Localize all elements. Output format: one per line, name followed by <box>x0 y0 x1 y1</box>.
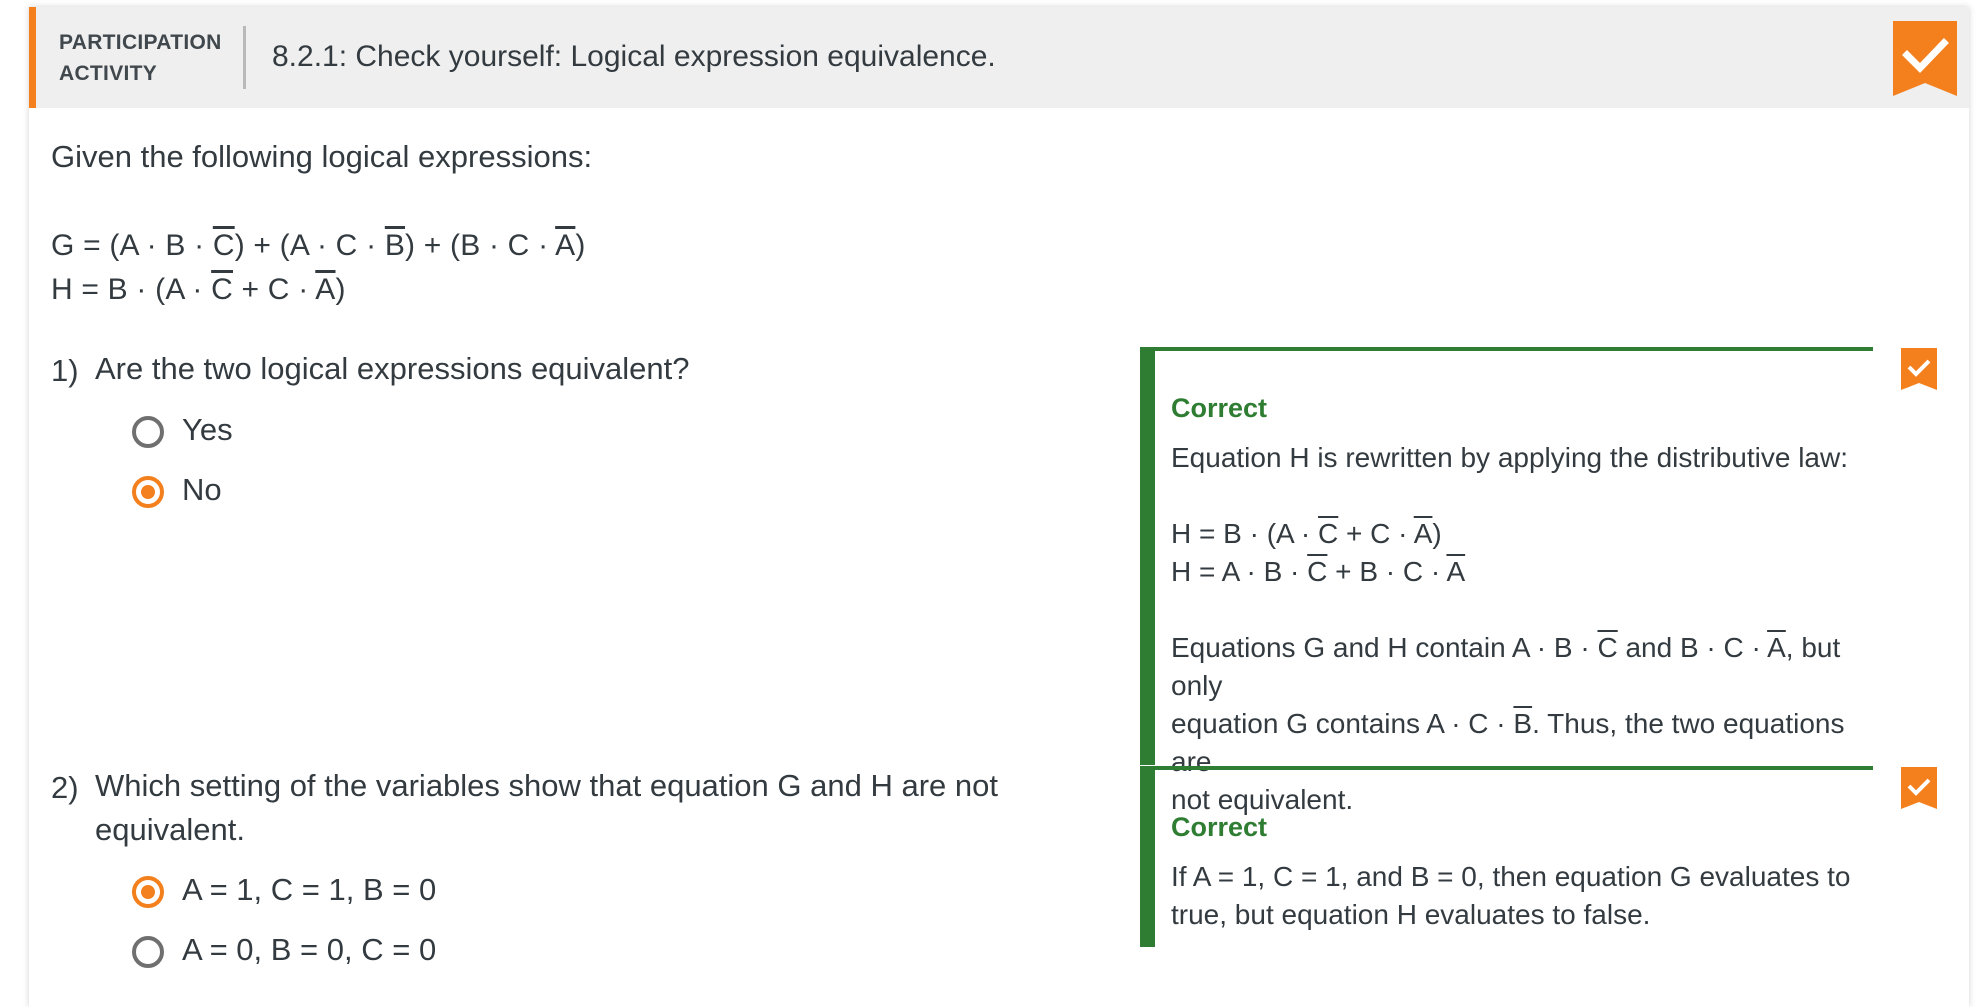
activity-type-label: PARTICIPATION ACTIVITY <box>59 27 229 89</box>
para-part: equation G contains A · C · <box>1171 708 1514 739</box>
activity-type-line2: ACTIVITY <box>59 62 158 85</box>
question-2-text-line: equivalent. <box>95 812 245 847</box>
para-negated: C <box>1597 632 1618 663</box>
activity-title: 8.2.1: Check yourself: Logical expressio… <box>272 40 996 73</box>
header-divider <box>243 26 246 89</box>
question-1-checkmark-icon <box>1901 348 1937 390</box>
formula-h-negated: A <box>315 273 336 306</box>
feedback-line: Equation H is rewritten by applying the … <box>1171 442 1849 473</box>
option-label: Yes <box>182 412 233 447</box>
question-1-text: Are the two logical expressions equivale… <box>95 351 690 386</box>
formula-g-part: ) <box>575 229 586 262</box>
eq-part: + C · <box>1338 518 1414 549</box>
para-part: and B · C · <box>1617 632 1768 663</box>
eq-part: ) <box>1432 518 1442 549</box>
activity-header: PARTICIPATION ACTIVITY 8.2.1: Check your… <box>29 7 1969 108</box>
formula-h: H = B · (A · C + C · A) <box>51 273 346 307</box>
radio-unselected-icon[interactable] <box>132 416 164 448</box>
option-label: A = 1, C = 1, B = 0 <box>182 872 437 907</box>
para-negated: B <box>1513 708 1533 739</box>
eq-negated: C <box>1318 518 1339 549</box>
eq-negated: C <box>1307 556 1328 587</box>
formula-g-negated: B <box>384 229 406 262</box>
eq-part: H = A · B · <box>1171 556 1308 587</box>
formula-h-part: + C · <box>233 273 316 306</box>
completion-check-icon <box>1893 21 1957 96</box>
question-2-checkmark-icon <box>1901 767 1937 809</box>
feedback-title: Correct <box>1171 393 1268 423</box>
radio-unselected-icon[interactable] <box>132 936 164 968</box>
question-2-number: 2) <box>51 770 79 805</box>
question-2-feedback: Correct If A = 1, C = 1, and B = 0, then… <box>1140 766 1873 947</box>
radio-selected-icon[interactable] <box>132 876 164 908</box>
feedback-equation-2: H = A · B · C + B · C · A <box>1171 553 1465 591</box>
feedback-line: If A = 1, C = 1, and B = 0, then equatio… <box>1171 861 1851 892</box>
formula-h-negated: C <box>211 273 234 306</box>
question-2-text: Which setting of the variables show that… <box>95 764 998 852</box>
question-1-feedback: Correct Equation H is rewritten by apply… <box>1140 347 1873 815</box>
participation-activity-card: PARTICIPATION ACTIVITY 8.2.1: Check your… <box>29 7 1969 1007</box>
eq-part: + B · C · <box>1327 556 1447 587</box>
option-label: A = 0, B = 0, C = 0 <box>182 932 437 967</box>
feedback-equation-1: H = B · (A · C + C · A) <box>1171 515 1442 553</box>
eq-negated: A <box>1413 518 1433 549</box>
feedback-line: true, but equation H evaluates to false. <box>1171 899 1651 930</box>
formula-g-negated: C <box>212 229 235 262</box>
formula-g-part: ) + (A · C · <box>234 229 385 262</box>
formula-g-negated: A <box>555 229 576 262</box>
radio-selected-icon[interactable] <box>132 476 164 508</box>
eq-negated: A <box>1446 556 1466 587</box>
feedback-explanation-line: Equations G and H contain A · B · C and … <box>1171 629 1871 705</box>
intro-text: Given the following logical expressions: <box>51 139 593 174</box>
formula-g-part: ) + (B · C · <box>405 229 556 262</box>
option-label: No <box>182 472 222 507</box>
eq-part: H = B · (A · <box>1171 518 1319 549</box>
formula-g: G = (A · B · C) + (A · C · B) + (B · C ·… <box>51 229 586 263</box>
para-negated: A <box>1767 632 1786 663</box>
activity-type-line1: PARTICIPATION <box>59 31 222 54</box>
formula-h-part: H = B · (A · <box>51 273 212 306</box>
para-part: Equations G and H contain A · B · <box>1171 632 1598 663</box>
formula-g-part: G = (A · B · <box>51 229 213 262</box>
question-2-text-line: Which setting of the variables show that… <box>95 768 998 803</box>
formula-h-part: ) <box>335 273 346 306</box>
feedback-title: Correct <box>1171 812 1268 842</box>
question-1-number: 1) <box>51 353 79 388</box>
